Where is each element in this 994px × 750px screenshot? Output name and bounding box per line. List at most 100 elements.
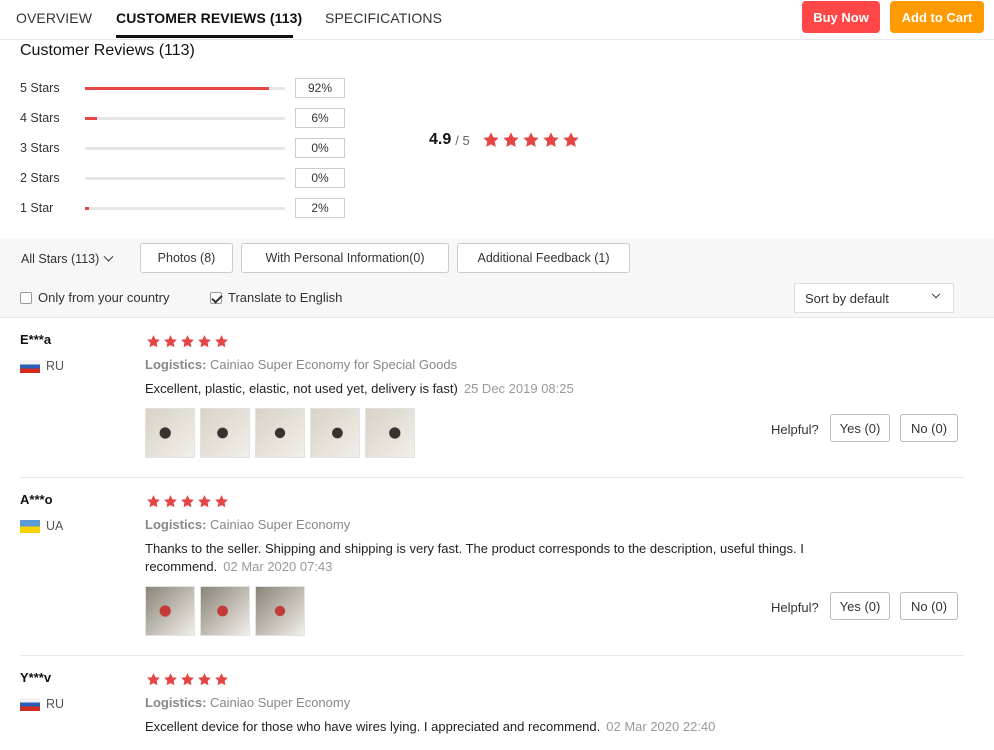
review-filter-bar: All Stars (113) Photos (8) With Personal… <box>0 238 994 318</box>
review-logistics: Logistics: Cainiao Super Economy <box>145 517 350 532</box>
star-icon <box>180 672 195 687</box>
russia-flag-icon <box>20 359 40 373</box>
review-date: 02 Mar 2020 07:43 <box>223 559 333 574</box>
ukraine-flag-icon <box>20 519 40 533</box>
logistics-label: Logistics: <box>145 357 207 372</box>
star-icon <box>214 334 229 349</box>
review-divider <box>20 477 964 478</box>
rating-row-3[interactable]: 3 Stars 0% <box>20 138 350 160</box>
average-stars <box>482 131 580 149</box>
review-date: 25 Dec 2019 08:25 <box>463 381 574 396</box>
helpful-no-button[interactable]: No (0) <box>900 414 958 442</box>
rating-label: 2 Stars <box>20 171 60 185</box>
review-photos <box>145 408 415 458</box>
review-body: Excellent device for those who have wire… <box>145 719 601 734</box>
star-icon <box>522 131 540 149</box>
chevron-down-icon <box>103 251 114 262</box>
filter-photos-button[interactable]: Photos (8) <box>140 243 233 273</box>
rating-row-4[interactable]: 4 Stars 6% <box>20 108 350 130</box>
star-icon <box>214 494 229 509</box>
logistics-label: Logistics: <box>145 517 207 532</box>
reviews-section-title: Customer Reviews (113) <box>20 42 195 59</box>
tab-customer-reviews[interactable]: CUSTOMER REVIEWS (113) <box>116 10 302 26</box>
star-icon <box>180 494 195 509</box>
checkbox-box[interactable] <box>210 291 222 304</box>
only-country-checkbox[interactable]: Only from your country <box>20 290 170 305</box>
rating-percent: 92% <box>295 78 345 98</box>
helpful-yes-button[interactable]: Yes (0) <box>830 592 890 620</box>
filter-personal-info-button[interactable]: With Personal Information(0) <box>241 243 449 273</box>
review-photo-thumbnail[interactable] <box>310 408 360 458</box>
rating-row-5[interactable]: 5 Stars 92% <box>20 78 350 100</box>
rating-row-1[interactable]: 1 Star 2% <box>20 198 350 220</box>
tab-specifications[interactable]: SPECIFICATIONS <box>325 10 442 26</box>
review-body: Excellent, plastic, elastic, not used ye… <box>145 381 458 396</box>
review-text: Excellent, plastic, elastic, not used ye… <box>145 380 865 398</box>
review-logistics: Logistics: Cainiao Super Economy for Spe… <box>145 357 457 372</box>
add-to-cart-button[interactable]: Add to Cart <box>890 1 984 33</box>
reviewer-name: E***a <box>20 332 52 347</box>
country-code: UA <box>46 519 64 533</box>
rating-percent: 2% <box>295 198 345 218</box>
checkbox-box[interactable] <box>20 291 32 304</box>
buy-now-button[interactable]: Buy Now <box>802 1 880 33</box>
review-photo-thumbnail[interactable] <box>145 408 195 458</box>
star-icon <box>146 494 161 509</box>
active-tab-indicator <box>116 35 293 38</box>
rating-bar-track <box>85 207 285 210</box>
translate-checkbox[interactable]: Translate to English <box>210 290 342 305</box>
review-text: Thanks to the seller. Shipping and shipp… <box>145 540 855 576</box>
star-icon <box>163 672 178 687</box>
reviewer-country: RU <box>20 697 64 711</box>
star-filter-label: All Stars (113) <box>21 252 100 266</box>
product-tab-bar: OVERVIEW CUSTOMER REVIEWS (113) SPECIFIC… <box>0 0 994 40</box>
review-photo-thumbnail[interactable] <box>200 408 250 458</box>
helpful-yes-button[interactable]: Yes (0) <box>830 414 890 442</box>
logistics-label: Logistics: <box>145 695 207 710</box>
review-photo-thumbnail[interactable] <box>365 408 415 458</box>
review-photo-thumbnail[interactable] <box>145 586 195 636</box>
filter-additional-feedback-button[interactable]: Additional Feedback (1) <box>457 243 630 273</box>
rating-percent: 6% <box>295 108 345 128</box>
star-filter-dropdown[interactable]: All Stars (113) <box>21 251 114 266</box>
review-divider <box>20 655 964 656</box>
rating-row-2[interactable]: 2 Stars 0% <box>20 168 350 190</box>
star-icon <box>163 494 178 509</box>
reviewer-name: A***o <box>20 492 53 507</box>
reviewer-country: RU <box>20 359 64 373</box>
average-score: 4.9 <box>429 131 452 148</box>
review-photo-thumbnail[interactable] <box>255 586 305 636</box>
country-code: RU <box>46 359 65 373</box>
helpful-no-button[interactable]: No (0) <box>900 592 958 620</box>
review-text: Excellent device for those who have wire… <box>145 718 865 736</box>
review-stars <box>146 334 229 349</box>
star-icon <box>197 672 212 687</box>
review-photo-thumbnail[interactable] <box>255 408 305 458</box>
rating-label: 3 Stars <box>20 141 60 155</box>
average-rating: 4.9 / 5 <box>429 131 580 149</box>
star-icon <box>197 494 212 509</box>
sort-dropdown[interactable]: Sort by default <box>794 283 954 313</box>
rating-bar-track <box>85 177 285 180</box>
logistics-value: Cainiao Super Economy <box>210 695 351 710</box>
rating-percent: 0% <box>295 168 345 188</box>
chevron-down-icon <box>931 289 941 299</box>
reviewer-name: Y***v <box>20 670 52 685</box>
sort-label: Sort by default <box>805 290 889 306</box>
star-icon <box>482 131 500 149</box>
review-photo-thumbnail[interactable] <box>200 586 250 636</box>
helpful-label: Helpful? <box>771 600 819 615</box>
checkbox-label: Only from your country <box>38 290 170 305</box>
review-logistics: Logistics: Cainiao Super Economy <box>145 695 350 710</box>
rating-percent: 0% <box>295 138 345 158</box>
average-out-of: / 5 <box>455 132 470 148</box>
logistics-value: Cainiao Super Economy for Special Goods <box>210 357 458 372</box>
tab-overview[interactable]: OVERVIEW <box>16 10 92 26</box>
logistics-value: Cainiao Super Economy <box>210 517 351 532</box>
review-stars <box>146 494 229 509</box>
review-date: 02 Mar 2020 22:40 <box>606 719 716 734</box>
review-stars <box>146 672 229 687</box>
star-icon <box>214 672 229 687</box>
rating-bar-fill <box>85 207 89 210</box>
star-icon <box>146 334 161 349</box>
